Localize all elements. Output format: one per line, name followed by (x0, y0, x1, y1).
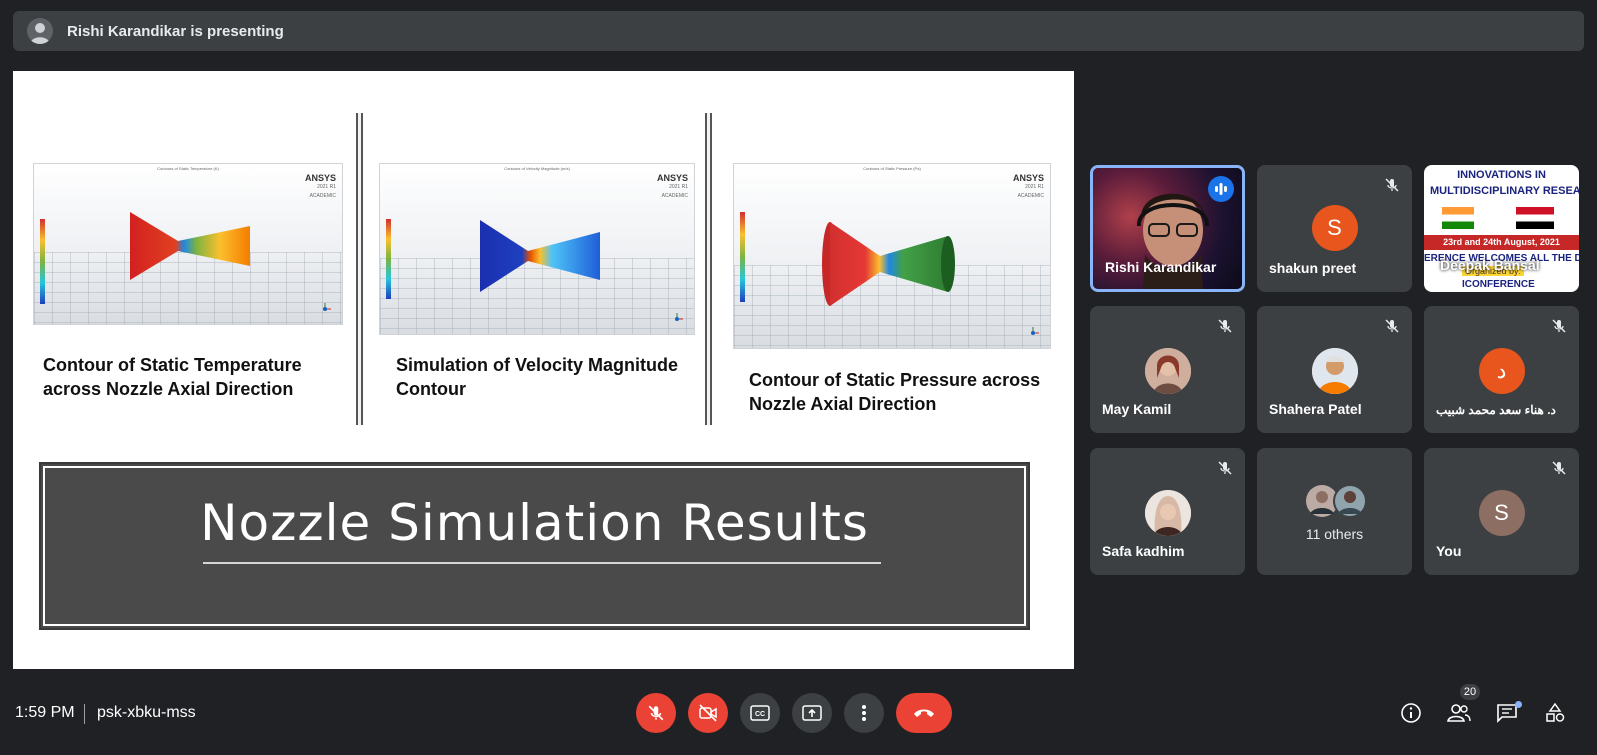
presenting-text: Rishi Karandikar is presenting (67, 22, 284, 40)
participant-name: د. هناء سعد محمد شبيب (1436, 403, 1556, 417)
ansys-logo: ANSYS 2021 R1 ACADEMIC (1012, 173, 1044, 200)
closed-captions-icon: CC (750, 705, 770, 721)
captions-button[interactable]: CC (740, 693, 780, 733)
nozzle-shape (822, 222, 955, 306)
pressure-caption: Contour of Static Pressure across Nozzle… (749, 370, 1041, 414)
mic-off-icon (1217, 318, 1233, 334)
present-screen-icon (802, 705, 822, 721)
participant-tile-rishi[interactable]: Rishi Karandikar (1090, 165, 1245, 292)
slide-title: Nozzle Simulation Results (200, 494, 869, 552)
participant-tile-hana[interactable]: د د. هناء سعد محمد شبيب (1424, 306, 1579, 433)
axis-triad-icon (1026, 326, 1040, 340)
participant-name: Shahera Patel (1269, 401, 1362, 417)
participant-name: Safa kadhim (1102, 543, 1185, 559)
ansys-logo: ANSYS 2021 R1 ACADEMIC (304, 173, 336, 200)
image-caption-small: Contours of Static Temperature (K) (157, 166, 219, 171)
participant-avatar (1144, 348, 1191, 394)
velocity-contour-image: Contours of Velocity Magnitude (m/s) ANS… (379, 163, 695, 335)
ansys-logo: ANSYS 2021 R1 ACADEMIC (656, 173, 688, 200)
participant-name: Rishi Karandikar (1105, 259, 1217, 275)
title-underline (203, 562, 881, 564)
participant-tile-others[interactable]: 11 others (1257, 448, 1412, 575)
camera-off-icon (699, 704, 717, 722)
bottom-control-bar: 1:59 PM psk-xbku-mss CC (0, 690, 1597, 738)
present-now-button[interactable] (792, 693, 832, 733)
participant-avatar (1311, 348, 1358, 394)
participant-name: Deepak Bansal (1440, 257, 1540, 273)
participant-tile-may[interactable]: May Kamil (1090, 306, 1245, 433)
nozzle-shape (130, 212, 250, 280)
mic-off-icon (648, 705, 664, 721)
more-options-button[interactable] (844, 693, 884, 733)
participant-tile-you[interactable]: S You (1424, 448, 1579, 575)
temperature-contour-image: Contours of Static Temperature (K) ANSYS… (33, 163, 343, 325)
legend-colorbar (740, 212, 745, 302)
image-caption-small: Contours of Velocity Magnitude (m/s) (504, 166, 570, 171)
slide-title-box: Nozzle Simulation Results (39, 462, 1030, 630)
info-icon (1401, 703, 1421, 723)
nozzle-shape (480, 220, 600, 292)
chat-notification-dot (1515, 701, 1522, 708)
camera-toggle-button[interactable] (688, 693, 728, 733)
mic-off-icon (1551, 460, 1567, 476)
participant-tile-shakun[interactable]: S shakun preet (1257, 165, 1412, 292)
mic-off-icon (1551, 318, 1567, 334)
people-icon (1447, 704, 1471, 722)
more-vertical-icon (862, 705, 866, 721)
panel-divider (356, 113, 363, 425)
participant-tile-safa[interactable]: Safa kadhim (1090, 448, 1245, 575)
meeting-code: psk-xbku-mss (97, 704, 196, 721)
mic-off-icon (1217, 460, 1233, 476)
participant-tile-shahera[interactable]: Shahera Patel (1257, 306, 1412, 433)
people-count-badge: 20 (1460, 684, 1480, 700)
iraq-flag (1516, 207, 1554, 229)
participant-avatar: S (1478, 490, 1525, 536)
mic-off-icon (1384, 318, 1400, 334)
image-caption-small: Contours of Static Pressure (Pa) (863, 166, 921, 171)
india-flag (1442, 207, 1474, 229)
axis-triad-icon (318, 302, 332, 316)
people-button[interactable] (1446, 700, 1472, 726)
legend-colorbar (386, 219, 391, 299)
axis-triad-icon (670, 312, 684, 326)
participant-name: shakun preet (1269, 260, 1357, 276)
meet-window: Rishi Karandikar is presenting Contours … (0, 0, 1597, 755)
speaking-indicator-icon (1208, 176, 1234, 202)
mic-off-icon (1384, 177, 1400, 193)
svg-text:CC: CC (755, 711, 765, 718)
leave-call-button[interactable] (896, 693, 952, 733)
participant-name: You (1436, 543, 1462, 559)
mic-toggle-button[interactable] (636, 693, 676, 733)
velocity-caption: Simulation of Velocity Magnitude Contour (396, 355, 679, 399)
activities-shapes-icon (1546, 702, 1565, 722)
temperature-caption: Contour of Static Temperature across Noz… (43, 355, 302, 399)
presenting-banner: Rishi Karandikar is presenting (13, 11, 1584, 51)
participant-tile-deepak[interactable]: INNOVATIONS IN MULTIDISCIPLINARY RESEA 2… (1424, 165, 1579, 292)
others-label: 11 others (1305, 526, 1364, 542)
separator (84, 704, 85, 724)
clock-time: 1:59 PM (15, 704, 75, 721)
participant-avatar (1144, 490, 1191, 536)
presenter-avatar (27, 18, 53, 44)
panel-divider (705, 113, 712, 425)
meeting-details-button[interactable] (1398, 700, 1424, 726)
legend-colorbar (40, 219, 45, 304)
end-call-icon (914, 709, 934, 717)
activities-button[interactable] (1542, 700, 1568, 726)
pressure-contour-image: Contours of Static Pressure (Pa) ANSYS 20… (733, 163, 1051, 349)
participant-avatar: د (1478, 348, 1525, 394)
participant-avatar: S (1311, 205, 1358, 251)
others-avatars (1305, 484, 1369, 518)
participant-name: May Kamil (1102, 401, 1172, 417)
shared-slide: Contours of Static Temperature (K) ANSYS… (13, 71, 1074, 669)
